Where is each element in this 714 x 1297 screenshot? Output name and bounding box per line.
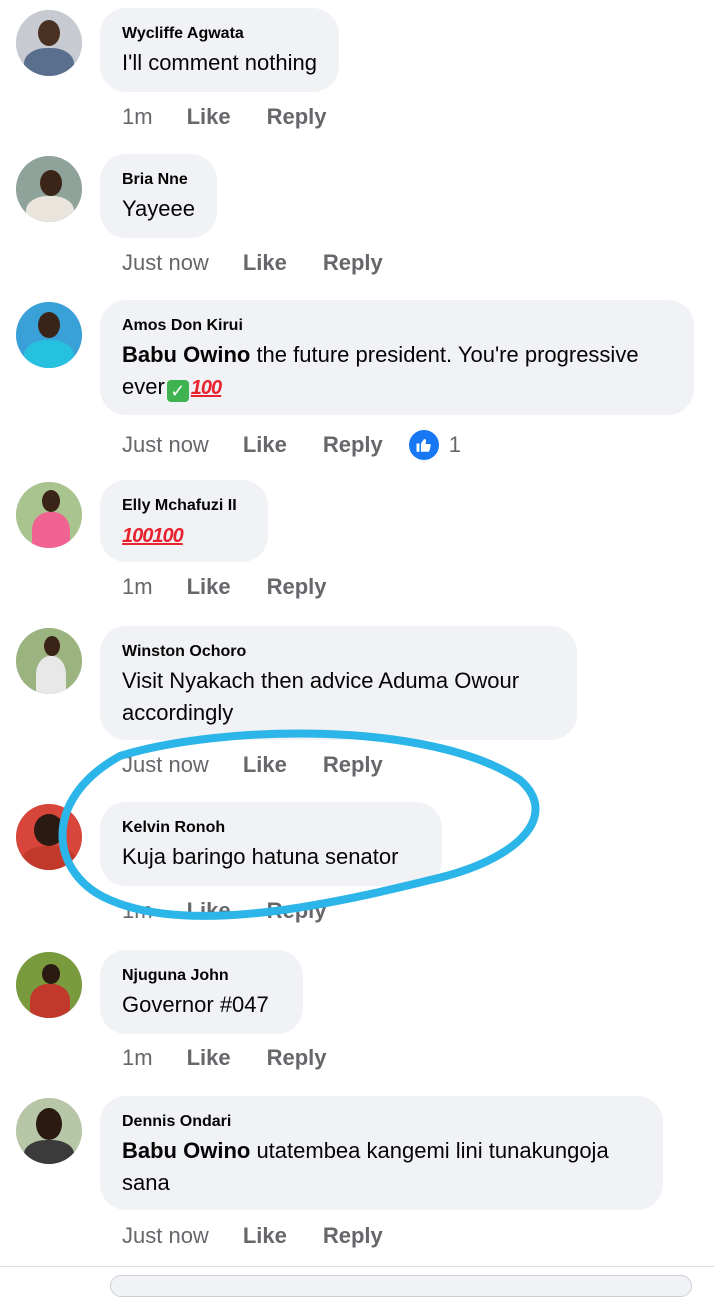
like-button[interactable]: Like [243, 250, 287, 276]
reply-button[interactable]: Reply [267, 1045, 327, 1071]
comment-bubble: Elly Mchafuzi II 100100 [100, 480, 268, 562]
comment-actions: Just now Like Reply [122, 752, 383, 778]
comment-author[interactable]: Dennis Ondari [122, 1112, 641, 1131]
reply-button[interactable]: Reply [323, 1223, 383, 1249]
write-comment-input[interactable] [110, 1275, 692, 1297]
reply-button[interactable]: Reply [267, 898, 327, 924]
comment-author[interactable]: Kelvin Ronoh [122, 818, 420, 837]
comment-author[interactable]: Winston Ochoro [122, 642, 555, 661]
reply-button[interactable]: Reply [267, 104, 327, 130]
comment-bubble: Amos Don Kirui Babu Owino the future pre… [100, 300, 694, 415]
reply-button[interactable]: Reply [323, 250, 383, 276]
comment-composer-bar [0, 1266, 714, 1297]
comment-text: Yayeee [122, 196, 195, 221]
avatar[interactable] [16, 804, 82, 870]
reply-button[interactable]: Reply [267, 574, 327, 600]
avatar[interactable] [16, 628, 82, 694]
comment-bubble: Njuguna John Governor #047 [100, 950, 303, 1034]
comment-text: Babu Owino utatembea kangemi lini tunaku… [122, 1138, 609, 1195]
comment-actions: 1m Like Reply [122, 104, 327, 130]
comment-bubble: Winston Ochoro Visit Nyakach then advice… [100, 626, 577, 740]
comment-actions: 1m Like Reply [122, 898, 327, 924]
comment-author[interactable]: Bria Nne [122, 170, 195, 189]
comment-text: Governor #047 [122, 992, 269, 1017]
reply-button[interactable]: Reply [323, 432, 383, 458]
like-button[interactable]: Like [243, 1223, 287, 1249]
comment-bubble: Bria Nne Yayeee [100, 154, 217, 238]
comment-time[interactable]: 1m [122, 1045, 153, 1071]
comment-bubble: Dennis Ondari Babu Owino utatembea kange… [100, 1096, 663, 1210]
hundred-points-icon: 100 [152, 525, 183, 547]
comment-bubble: Wycliffe Agwata I'll comment nothing [100, 8, 339, 92]
reply-button[interactable]: Reply [323, 752, 383, 778]
like-button[interactable]: Like [187, 104, 231, 130]
avatar[interactable] [16, 1098, 82, 1164]
check-mark-icon: ✓ [166, 380, 189, 402]
comment-author[interactable]: Elly Mchafuzi II [122, 496, 246, 515]
hundred-points-icon: 100 [122, 525, 153, 547]
comment-author[interactable]: Amos Don Kirui [122, 316, 672, 335]
comment-time[interactable]: 1m [122, 898, 153, 924]
like-button[interactable]: Like [187, 574, 231, 600]
like-button[interactable]: Like [187, 1045, 231, 1071]
comment-text: 100100 [122, 519, 246, 552]
comment-time[interactable]: Just now [122, 432, 209, 458]
avatar[interactable] [16, 952, 82, 1018]
comment-time[interactable]: 1m [122, 104, 153, 130]
comment-time[interactable]: Just now [122, 1223, 209, 1249]
like-button[interactable]: Like [187, 898, 231, 924]
comment-text: I'll comment nothing [122, 50, 317, 75]
reaction-count: 1 [448, 432, 462, 457]
avatar[interactable] [16, 10, 82, 76]
mention-link[interactable]: Babu Owino [122, 1138, 250, 1163]
comment-author[interactable]: Njuguna John [122, 966, 281, 985]
comment-actions: Just now Like Reply [122, 1223, 383, 1249]
comment-time[interactable]: Just now [122, 752, 209, 778]
comment-text: Kuja baringo hatuna senator [122, 844, 399, 869]
comment-author[interactable]: Wycliffe Agwata [122, 24, 317, 43]
comment-text: Babu Owino the future president. You're … [122, 339, 672, 404]
mention-link[interactable]: Babu Owino [122, 342, 250, 367]
comment-actions: 1m Like Reply [122, 1045, 327, 1071]
comment-text: Visit Nyakach then advice Aduma Owour ac… [122, 668, 520, 725]
comment-actions: 1m Like Reply [122, 574, 327, 600]
comment-actions: Just now Like Reply 1 [122, 428, 461, 462]
like-button[interactable]: Like [243, 432, 287, 458]
comment-time[interactable]: 1m [122, 574, 153, 600]
avatar[interactable] [16, 482, 82, 548]
avatar[interactable] [16, 156, 82, 222]
avatar[interactable] [16, 302, 82, 368]
thumbs-up-icon [406, 428, 441, 462]
reaction-summary[interactable]: 1 [406, 428, 462, 462]
comment-bubble: Kelvin Ronoh Kuja baringo hatuna senator [100, 802, 442, 886]
comment-time[interactable]: Just now [122, 250, 209, 276]
comment-actions: Just now Like Reply [122, 250, 383, 276]
hundred-points-icon: 100 [190, 377, 222, 399]
like-button[interactable]: Like [243, 752, 287, 778]
